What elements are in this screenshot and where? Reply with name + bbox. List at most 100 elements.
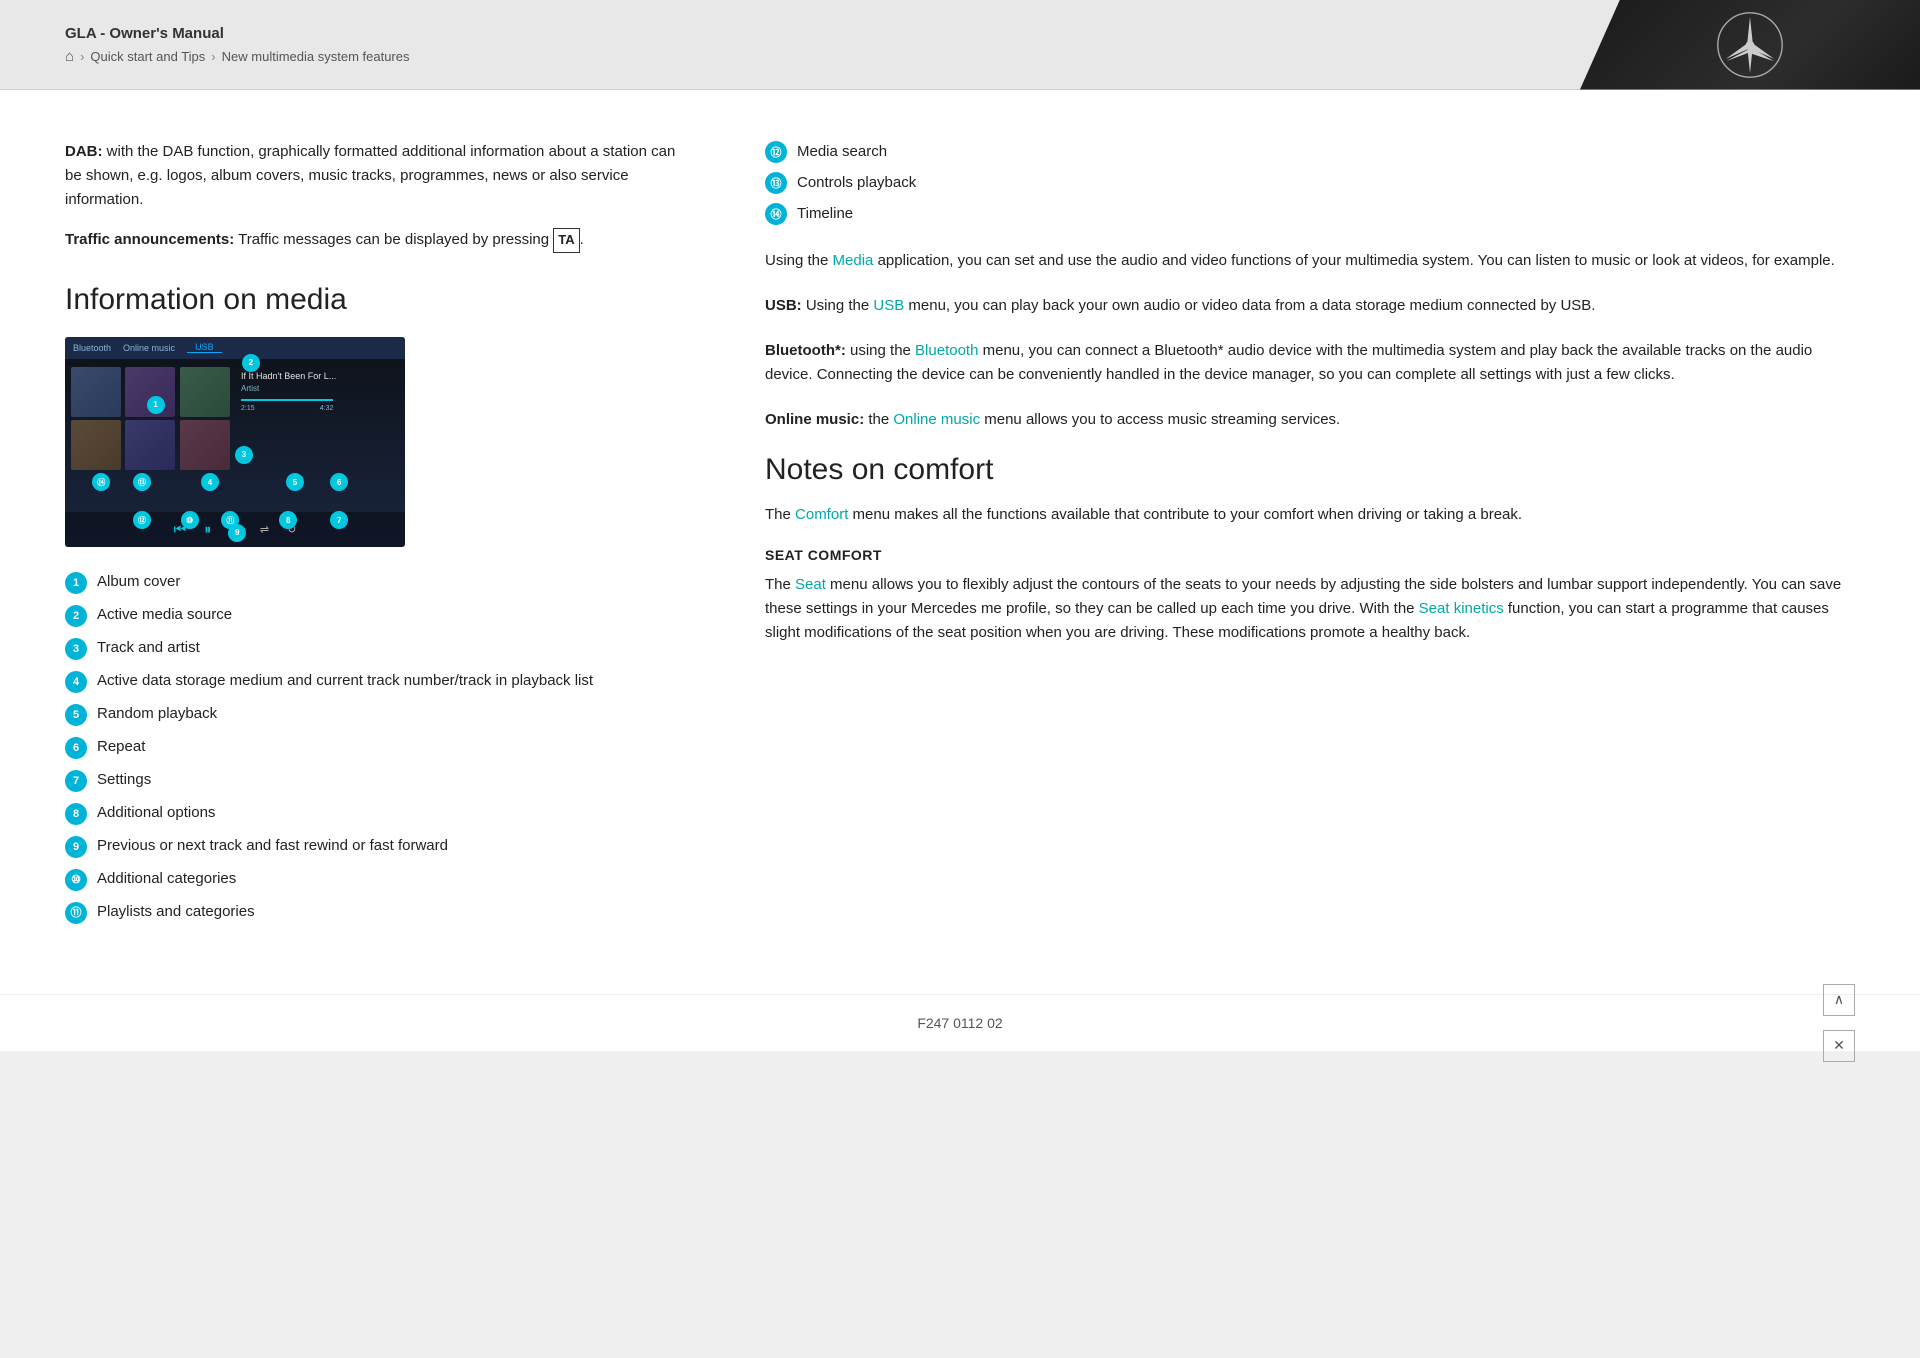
footer: F247 0112 02 ∧ ✕ (0, 994, 1920, 1051)
page-title: GLA - Owner's Manual (65, 25, 1580, 42)
nav-down-arrow[interactable]: ✕ (1823, 1030, 1855, 1062)
header: GLA - Owner's Manual ⌂ › Quick start and… (0, 0, 1920, 90)
list-item-9: 9 Previous or next track and fast rewind… (65, 835, 685, 858)
seat-comfort-paragraph: The Seat menu allows you to flexibly adj… (765, 573, 1855, 645)
main-content: DAB: with the DAB function, graphically … (0, 90, 1920, 994)
badge-11: ⑪ (65, 902, 87, 924)
right-item-14: ⑭ Timeline (765, 202, 1855, 225)
media-text: application, you can set and use the aud… (878, 252, 1835, 269)
right-item-12: ⑫ Media search (765, 140, 1855, 163)
breadcrumb-sep-2: › (211, 49, 215, 64)
media-paragraph: Using the Media application, you can set… (765, 249, 1855, 274)
info-on-media-title: Information on media (65, 283, 685, 317)
item-1-text: Album cover (97, 571, 180, 594)
badge-6: 6 (65, 737, 87, 759)
dab-section: DAB: with the DAB function, graphically … (65, 140, 685, 253)
list-item-4: 4 Active data storage medium and current… (65, 670, 685, 693)
breadcrumb-item-1[interactable]: Quick start and Tips (90, 49, 205, 64)
dot-14: ⑭ (92, 473, 110, 491)
nav-up-arrow[interactable]: ∧ (1823, 984, 1855, 1016)
features-list: 1 Album cover 2 Active media source 3 Tr… (65, 571, 685, 924)
list-item-2: 2 Active media source (65, 604, 685, 627)
nav-arrows: ∧ ✕ (1823, 984, 1855, 1062)
item-9-text: Previous or next track and fast rewind o… (97, 835, 448, 858)
dot-10: ⑩ (181, 511, 199, 529)
item-7-text: Settings (97, 769, 151, 792)
dot-6: 6 (330, 473, 348, 491)
item-2-text: Active media source (97, 604, 232, 627)
traffic-label: Traffic announcements: (65, 231, 234, 248)
online-paragraph: Online music: the Online music menu allo… (765, 408, 1855, 433)
dot-3: 3 (235, 446, 253, 464)
comfort-text: menu makes all the functions available t… (853, 506, 1523, 523)
notes-comfort-title: Notes on comfort (765, 453, 1855, 487)
col-left: DAB: with the DAB function, graphically … (65, 140, 685, 934)
item-10-text: Additional categories (97, 868, 236, 891)
dot-5: 5 (286, 473, 304, 491)
item-4-text: Active data storage medium and current t… (97, 670, 593, 693)
ta-button: TA (553, 228, 579, 253)
two-col-layout: DAB: with the DAB function, graphically … (65, 140, 1855, 934)
media-link[interactable]: Media (833, 252, 874, 269)
online-link[interactable]: Online music (893, 411, 980, 428)
item-5-text: Random playback (97, 703, 217, 726)
list-item-11: ⑪ Playlists and categories (65, 901, 685, 924)
dot-13: ⑬ (133, 473, 151, 491)
breadcrumb: ⌂ › Quick start and Tips › New multimedi… (65, 48, 1580, 65)
traffic-paragraph: Traffic announcements: Traffic messages … (65, 228, 685, 253)
right-item-13: ⑬ Controls playback (765, 171, 1855, 194)
right-features-list: ⑫ Media search ⑬ Controls playback ⑭ Tim… (765, 140, 1855, 225)
badge-10: ⑩ (65, 869, 87, 891)
home-icon[interactable]: ⌂ (65, 48, 74, 65)
usb-text: menu, you can play back your own audio o… (908, 297, 1595, 314)
dot-7: 7 (330, 511, 348, 529)
badge-13: ⑬ (765, 172, 787, 194)
list-item-5: 5 Random playback (65, 703, 685, 726)
badge-14: ⑭ (765, 203, 787, 225)
badge-8: 8 (65, 803, 87, 825)
list-item-10: ⑩ Additional categories (65, 868, 685, 891)
bluetooth-label: Bluetooth*: (765, 342, 846, 359)
list-item-1: 1 Album cover (65, 571, 685, 594)
screen-dot-labels: 1 2 3 4 5 6 7 8 9 ⑩ ⑪ ⑫ ⑬ ⑭ (65, 337, 405, 547)
right-item-13-text: Controls playback (797, 174, 916, 191)
dot-8: 8 (279, 511, 297, 529)
item-6-text: Repeat (97, 736, 145, 759)
list-item-6: 6 Repeat (65, 736, 685, 759)
dot-2: 2 (242, 354, 260, 372)
list-item-8: 8 Additional options (65, 802, 685, 825)
dab-paragraph: DAB: with the DAB function, graphically … (65, 140, 685, 212)
right-item-14-text: Timeline (797, 205, 853, 222)
badge-1: 1 (65, 572, 87, 594)
badge-12: ⑫ (765, 141, 787, 163)
dab-label: DAB: (65, 143, 103, 160)
list-item-7: 7 Settings (65, 769, 685, 792)
comfort-paragraph: The Comfort menu makes all the functions… (765, 503, 1855, 527)
breadcrumb-item-2: New multimedia system features (222, 49, 410, 64)
online-text: menu allows you to access music streamin… (984, 411, 1340, 428)
list-item-3: 3 Track and artist (65, 637, 685, 660)
badge-7: 7 (65, 770, 87, 792)
bluetooth-link[interactable]: Bluetooth (915, 342, 978, 359)
seat-kinetics-link[interactable]: Seat kinetics (1419, 600, 1504, 617)
item-11-text: Playlists and categories (97, 901, 255, 924)
online-label: Online music: (765, 411, 864, 428)
comfort-link[interactable]: Comfort (795, 506, 848, 523)
bluetooth-paragraph: Bluetooth*: using the Bluetooth menu, yo… (765, 339, 1855, 389)
item-8-text: Additional options (97, 802, 215, 825)
badge-4: 4 (65, 671, 87, 693)
logo-area (1580, 0, 1920, 90)
badge-9: 9 (65, 836, 87, 858)
media-screen: Bluetooth Online music USB If (65, 337, 405, 547)
breadcrumb-sep-1: › (80, 49, 84, 64)
seat-comfort-title: SEAT COMFORT (765, 547, 1855, 563)
badge-5: 5 (65, 704, 87, 726)
usb-link[interactable]: USB (873, 297, 904, 314)
usb-label: USB: (765, 297, 802, 314)
header-left: GLA - Owner's Manual ⌂ › Quick start and… (0, 25, 1580, 65)
dot-4: 4 (201, 473, 219, 491)
page-code: F247 0112 02 (917, 1015, 1002, 1031)
seat-link[interactable]: Seat (795, 576, 826, 593)
badge-2: 2 (65, 605, 87, 627)
dab-text: with the DAB function, graphically forma… (65, 143, 675, 208)
